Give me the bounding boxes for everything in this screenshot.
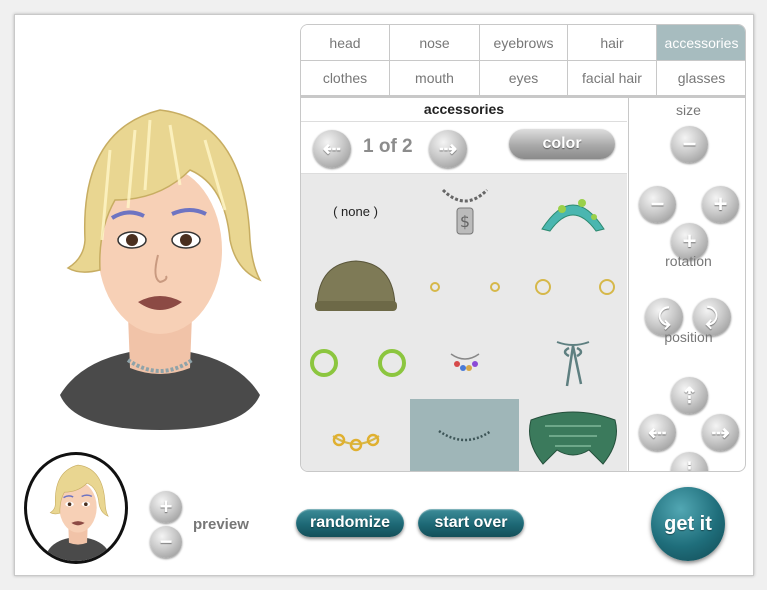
tab-nose[interactable]: nose bbox=[390, 25, 480, 61]
category-tabs: head nose eyebrows hair accessories clot… bbox=[301, 25, 745, 96]
stud-earrings-icon bbox=[429, 281, 500, 292]
customize-panel: head nose eyebrows hair accessories clot… bbox=[300, 24, 746, 472]
plus-icon: + bbox=[159, 494, 173, 519]
tab-hair[interactable]: hair bbox=[568, 25, 657, 61]
charm-necklace-icon bbox=[450, 352, 479, 371]
arrow-up-icon: ⇡ bbox=[680, 382, 699, 408]
tab-glasses[interactable]: glasses bbox=[657, 61, 745, 96]
arrow-right-icon: ⇢ bbox=[438, 136, 458, 161]
tab-eyebrows[interactable]: eyebrows bbox=[480, 25, 568, 61]
accessory-headband[interactable] bbox=[519, 174, 627, 249]
page-indicator: 1 of 2 bbox=[363, 136, 413, 157]
accessory-hoop-earrings-green[interactable] bbox=[301, 324, 410, 399]
scarf-icon bbox=[529, 411, 617, 465]
beanie-icon bbox=[314, 259, 397, 311]
minus-icon: − bbox=[159, 529, 173, 554]
chain-bracelet-icon bbox=[331, 433, 380, 451]
tab-accessories[interactable]: accessories bbox=[657, 25, 745, 61]
move-down-button[interactable]: ⇣ bbox=[671, 452, 708, 472]
accessory-bead-necklace[interactable] bbox=[410, 399, 519, 471]
tab-facial-hair[interactable]: facial hair bbox=[568, 61, 657, 96]
rotation-label: rotation bbox=[665, 253, 712, 269]
accessory-chain-bracelet[interactable] bbox=[301, 399, 410, 471]
size-shrink-button[interactable]: − bbox=[671, 126, 708, 163]
prev-page-button[interactable]: ⇠ bbox=[313, 130, 351, 168]
arrow-down-icon: ⇣ bbox=[680, 457, 699, 472]
pager: ⇠ 1 of 2 ⇢ color bbox=[301, 121, 627, 173]
get-it-button[interactable]: get it bbox=[651, 487, 725, 561]
preview-label: preview bbox=[193, 516, 249, 533]
accessory-hoop-earrings-gold[interactable] bbox=[519, 249, 627, 324]
accessory-charm-necklace[interactable] bbox=[410, 324, 519, 399]
avatar-main bbox=[60, 109, 262, 430]
accessory-ribbon-choker[interactable] bbox=[519, 324, 627, 399]
tab-mouth[interactable]: mouth bbox=[390, 61, 480, 96]
tab-head[interactable]: head bbox=[301, 25, 390, 61]
ribbon-choker-icon bbox=[556, 340, 590, 386]
transform-controls: size − − + + rotation ⤹ ⤸ position ⇡ ⇠ ⇢ bbox=[628, 97, 745, 472]
tab-clothes[interactable]: clothes bbox=[301, 61, 390, 96]
arrow-right-icon: ⇢ bbox=[711, 419, 730, 445]
tab-eyes[interactable]: eyes bbox=[480, 61, 568, 96]
zoom-in-button[interactable]: + bbox=[150, 491, 182, 523]
size-label: size bbox=[676, 102, 701, 118]
none-label: ( none ) bbox=[333, 204, 378, 219]
accessory-stud-earrings[interactable] bbox=[410, 249, 519, 324]
next-page-button[interactable]: ⇢ bbox=[429, 130, 467, 168]
accessory-grid: ( none ) $ bbox=[301, 173, 627, 471]
necklace-pendant-icon: $ bbox=[441, 188, 488, 234]
accessory-none[interactable]: ( none ) bbox=[301, 174, 410, 249]
move-left-button[interactable]: ⇠ bbox=[639, 414, 676, 451]
svg-text:$: $ bbox=[459, 212, 469, 231]
gold-hoop-earrings-icon bbox=[535, 278, 615, 295]
move-up-button[interactable]: ⇡ bbox=[671, 377, 708, 414]
section-title: accessories bbox=[423, 101, 505, 117]
plus-icon: + bbox=[713, 190, 728, 218]
bead-necklace-icon bbox=[437, 429, 492, 441]
minus-icon: − bbox=[682, 130, 697, 158]
avatar-preview bbox=[24, 452, 128, 564]
accessory-scarf[interactable] bbox=[519, 399, 627, 471]
arrow-left-icon: ⇠ bbox=[322, 136, 342, 161]
start-over-button[interactable]: start over bbox=[418, 509, 524, 537]
position-label: position bbox=[664, 329, 713, 345]
size-widen-button[interactable]: + bbox=[702, 186, 739, 223]
plus-icon: + bbox=[682, 227, 697, 255]
arrow-left-icon: ⇠ bbox=[648, 419, 667, 445]
minus-icon: − bbox=[650, 190, 665, 218]
move-right-button[interactable]: ⇢ bbox=[702, 414, 739, 451]
rotate-right-icon: ⤸ bbox=[705, 304, 719, 329]
green-hoop-earrings-icon bbox=[309, 348, 406, 377]
zoom-out-button[interactable]: − bbox=[150, 526, 182, 558]
color-button[interactable]: color bbox=[509, 129, 615, 159]
headband-icon bbox=[541, 198, 605, 232]
rotate-left-icon: ⤹ bbox=[657, 304, 671, 329]
accessory-necklace-pendant[interactable]: $ bbox=[410, 174, 519, 249]
randomize-button[interactable]: randomize bbox=[296, 509, 404, 537]
size-narrow-button[interactable]: − bbox=[639, 186, 676, 223]
accessory-beanie[interactable] bbox=[301, 249, 410, 324]
